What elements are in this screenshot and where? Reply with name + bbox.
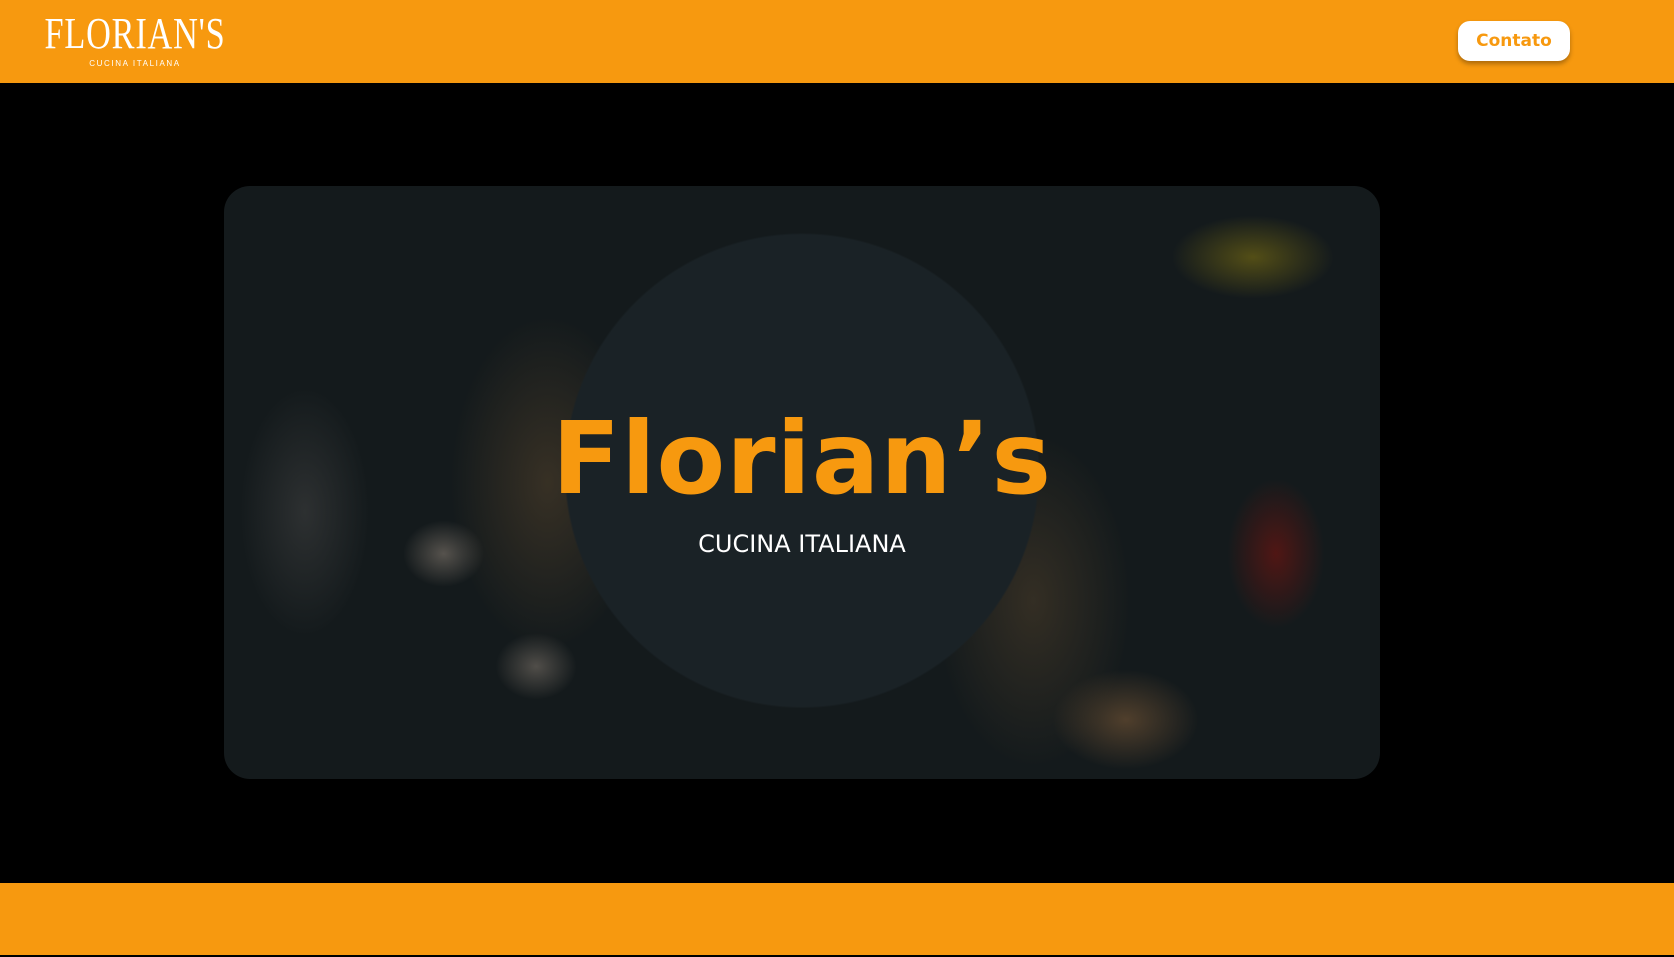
site-footer (0, 883, 1674, 955)
hero-title: Florian’s (551, 400, 1053, 517)
hero-subtitle: CUCINA ITALIANA (698, 530, 906, 558)
logo[interactable]: FLORIAN'S CUCINA ITALIANA (34, 12, 236, 70)
hero-banner: Florian’s CUCINA ITALIANA (224, 186, 1380, 779)
logo-tagline: CUCINA ITALIANA (89, 59, 181, 68)
site-header: FLORIAN'S CUCINA ITALIANA Contato (0, 0, 1674, 83)
logo-name: FLORIAN'S (44, 9, 226, 58)
contact-button[interactable]: Contato (1458, 21, 1570, 61)
